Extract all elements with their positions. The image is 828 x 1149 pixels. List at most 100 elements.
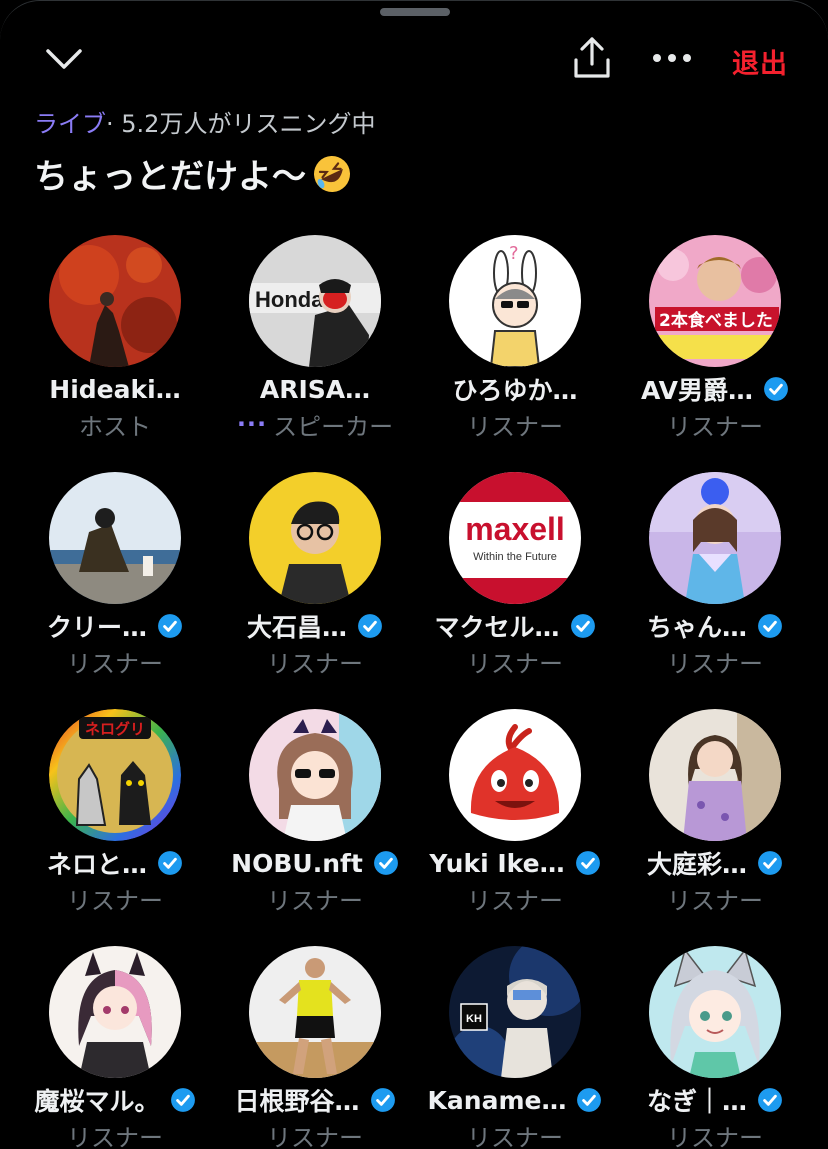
verified-badge-icon [570,614,595,638]
participant[interactable]: なぎ｜… リスナー [615,946,815,1149]
participant[interactable]: 2本食べました AV男爵… リスナー [615,235,815,472]
participant[interactable]: 大石昌… リスナー [215,472,415,709]
participant-name: AV男爵… [641,376,753,405]
drag-handle[interactable] [380,8,450,16]
participant[interactable]: KH Kaname… リスナー [415,946,615,1149]
role-row: リスナー [15,881,215,915]
verified-badge-icon [764,377,788,401]
role-row: リスナー [615,407,815,441]
name-row: AV男爵… [615,371,815,407]
avatar [649,709,781,841]
name-row: Hideaki… [15,371,215,407]
avatar [49,472,181,604]
role-row: リスナー [415,1118,615,1149]
participant-role: リスナー [467,412,563,441]
participant-name: 日根野谷… [234,1087,360,1116]
share-button[interactable] [568,35,616,81]
participant-grid: Hideaki… ホスト Honda ARISA… ··· スピーカー ? ひろ… [15,235,815,1149]
name-row: Kaname… [415,1082,615,1118]
live-label: ライブ [34,110,106,138]
role-row: ホスト [15,407,215,441]
participant[interactable]: NOBU.nft リスナー [215,709,415,946]
participant-role: リスナー [667,886,763,915]
role-row: リスナー [215,644,415,678]
participant[interactable]: maxell Within the Future マクセル… リスナー [415,472,615,709]
participant[interactable]: 大庭彩… リスナー [615,709,815,946]
avatar [49,235,181,367]
avatar: Honda [249,235,381,367]
participant[interactable]: ? ひろゆか… リスナー [415,235,615,472]
participant-role: リスナー [667,649,763,678]
speaking-indicator-icon: ··· [236,410,268,438]
participant-role: リスナー [667,412,763,441]
honda-logo-text: Honda [255,287,324,312]
participant-role: リスナー [267,886,363,915]
participant-name: なぎ｜… [646,1087,747,1116]
role-row: リスナー [15,644,215,678]
participant[interactable]: Honda ARISA… ··· スピーカー [215,235,415,472]
participant-name: 大庭彩… [646,850,747,879]
kh-logo-text: KH [466,1013,482,1025]
role-row: リスナー [15,1118,215,1149]
participant[interactable]: 日根野谷… リスナー [215,946,415,1149]
name-row: Yuki Ike… [415,845,615,881]
role-row: リスナー [215,1118,415,1149]
avatar: ネログリ [49,709,181,841]
space-title: ちょっとだけよ〜 [34,149,352,198]
participant-role: リスナー [67,649,163,678]
name-row: ひろゆか… [415,371,615,407]
space-sheet: 退出 ライブ· 5.2万人がリスニング中 ちょっとだけよ〜 Hideaki… ホ… [0,0,828,1149]
participant-name: Kaname… [427,1085,567,1115]
avatar [249,472,381,604]
participant-role: リスナー [667,1123,763,1149]
role-row: ··· スピーカー [215,407,415,441]
verified-badge-icon [373,851,398,875]
chevron-down-icon [46,49,82,69]
tv-caption-text: 2本食べました [659,310,773,331]
name-row: 大庭彩… [615,845,815,881]
verified-badge-icon [758,851,782,875]
collapse-button[interactable] [40,39,88,79]
maxell-logo-text: maxell [465,511,565,547]
name-row: 日根野谷… [215,1082,415,1118]
avatar: 2本食べました [649,235,781,367]
participant-role: リスナー [267,1123,363,1149]
role-row: リスナー [615,1118,815,1149]
avatar [249,709,381,841]
avatar: maxell Within the Future [449,472,581,604]
participant[interactable]: Hideaki… ホスト [15,235,215,472]
name-row: クリー… [15,608,215,644]
verified-badge-icon [758,614,782,638]
name-row: ちゃん… [615,608,815,644]
nero-banner-text: ネログリ [85,720,145,738]
verified-badge-icon [158,614,182,638]
name-row: マクセル… [415,608,615,644]
more-options-button[interactable] [648,41,696,75]
exit-button[interactable]: 退出 [720,39,800,83]
avatar: ? [449,235,581,367]
role-row: リスナー [215,881,415,915]
participant[interactable]: 魔桜マル。 リスナー [15,946,215,1149]
participant[interactable]: ネログリ ネロと… リスナー [15,709,215,946]
participant-name: ちゃん… [646,613,747,642]
participant-name: NOBU.nft [231,848,363,878]
participant-name: Yuki Ike… [429,848,565,878]
name-row: なぎ｜… [615,1082,815,1118]
participant-role: リスナー [467,649,563,678]
more-horizontal-icon [653,54,691,62]
participant[interactable]: Yuki Ike… リスナー [415,709,615,946]
participant-role: リスナー [467,886,563,915]
participant[interactable]: クリー… リスナー [15,472,215,709]
participant-name: ネロと… [46,850,147,879]
participant-name: マクセル… [434,613,560,642]
participant-role: リスナー [67,1123,163,1149]
participant[interactable]: ちゃん… リスナー [615,472,815,709]
name-row: ARISA… [215,371,415,407]
maxell-tagline-text: Within the Future [473,551,557,563]
avatar: KH [449,946,581,1078]
live-status: ライブ· 5.2万人がリスニング中 [34,104,375,139]
role-row: リスナー [415,644,615,678]
participant-role: リスナー [467,1123,563,1149]
participant-name: ひろゆか… [452,376,578,405]
rolling-laughing-emoji-icon [314,155,350,192]
